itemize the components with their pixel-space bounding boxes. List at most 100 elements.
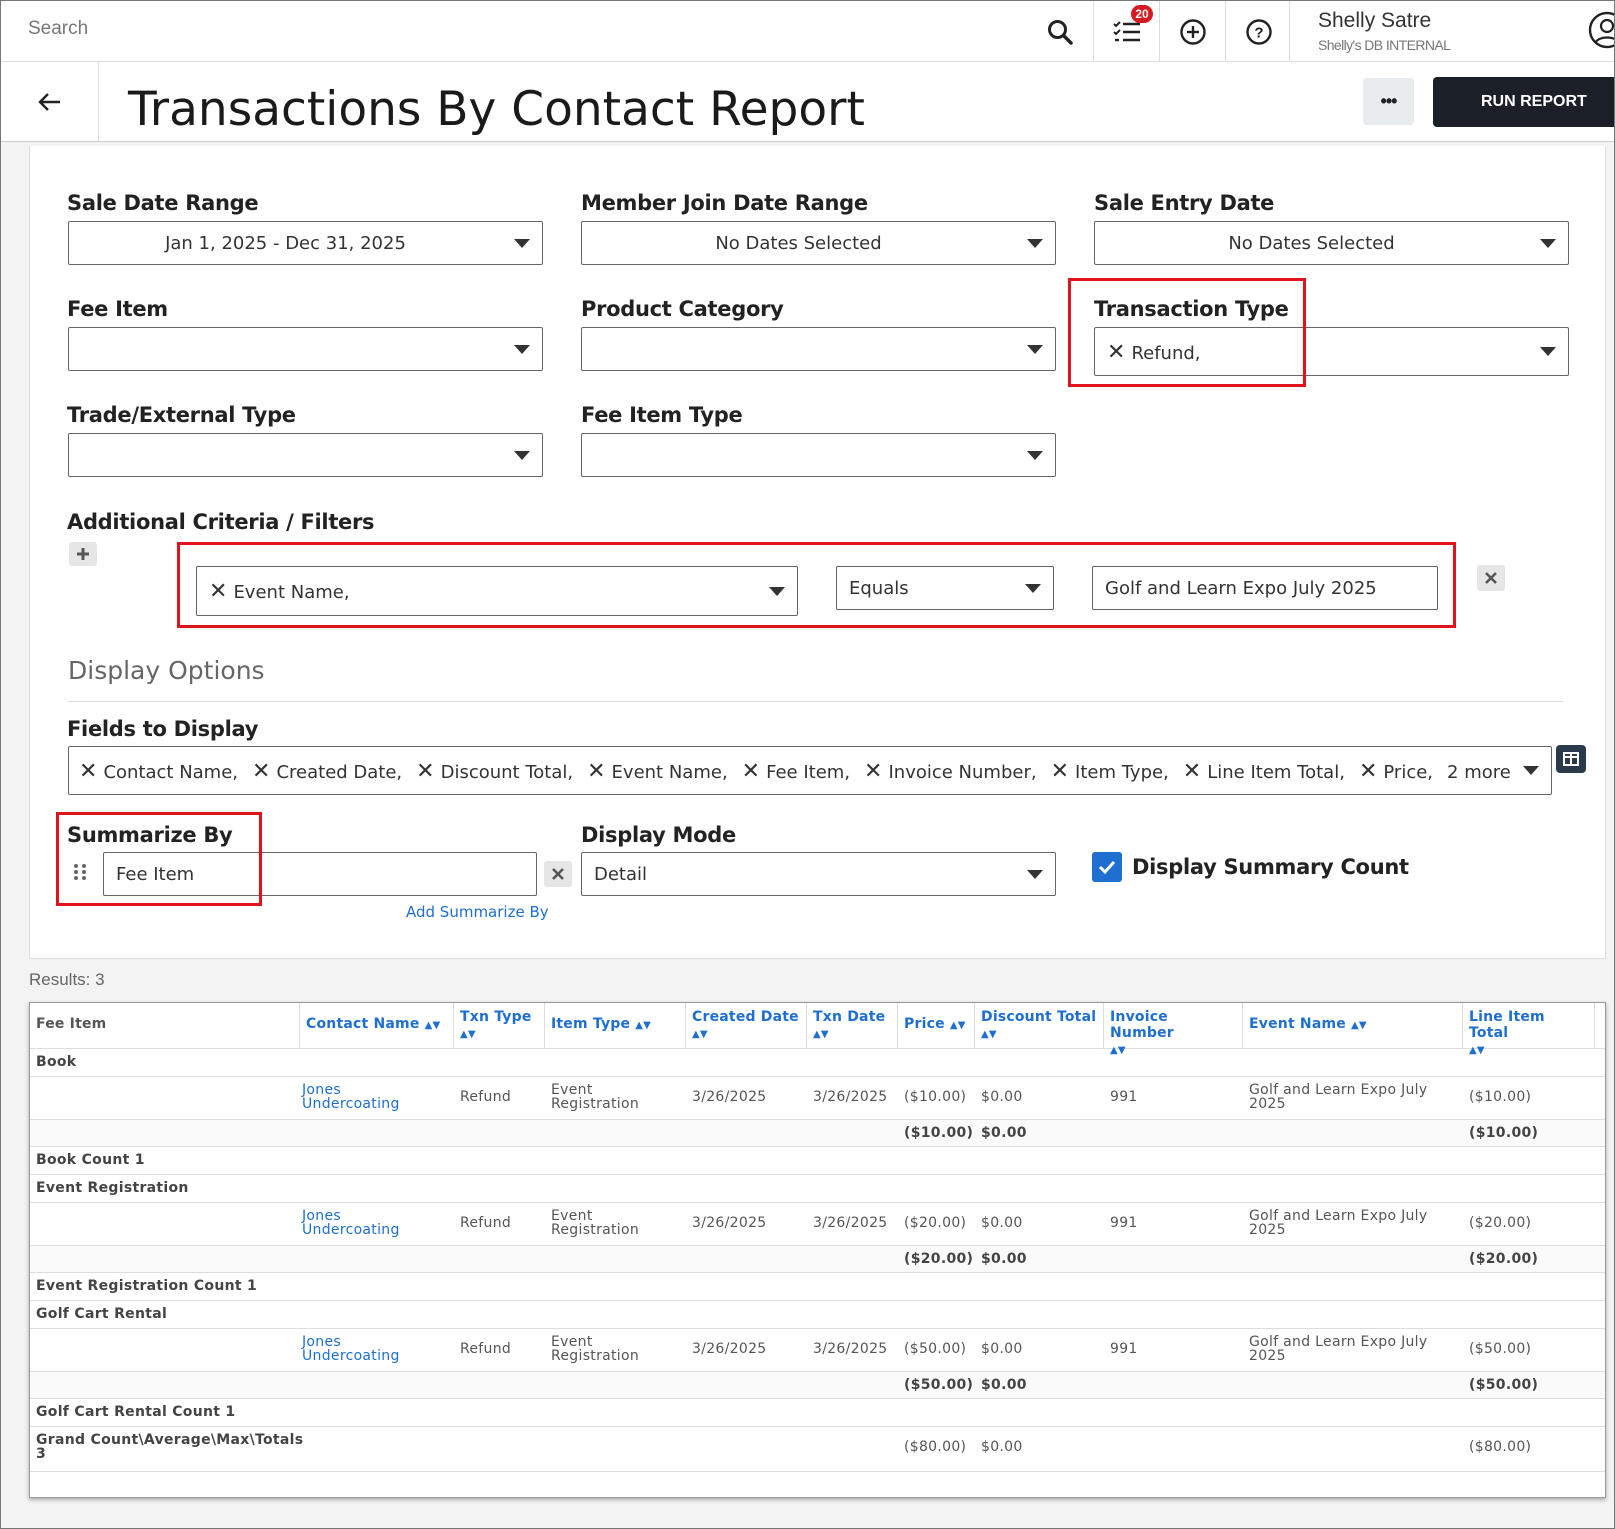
column-header-created-date[interactable]: Created Date ▲▼	[686, 1003, 807, 1049]
highlight-box	[56, 812, 262, 906]
column-header-invoice-number[interactable]: Invoice Number ▲▼	[1104, 1003, 1243, 1056]
column-header-contact-name[interactable]: Contact Name ▲▼	[300, 1003, 454, 1049]
sale-date-range-label: Sale Date Range	[67, 191, 259, 215]
sort-icon: ▲▼	[424, 1020, 441, 1031]
run-report-button[interactable]: RUN REPORT	[1433, 77, 1614, 127]
created-date-cell: 3/26/2025	[692, 1089, 767, 1105]
display-mode-select[interactable]: Detail	[581, 852, 1056, 896]
user-menu[interactable]: Shelly Satre Shelly's DB INTERNAL	[1289, 1, 1614, 62]
member-join-date-range-select[interactable]: No Dates Selected	[581, 221, 1056, 265]
sort-icon: ▲▼	[981, 1029, 997, 1040]
contact-name-link[interactable]: Undercoating	[302, 1349, 400, 1364]
fee-item-select[interactable]	[68, 327, 543, 371]
product-category-label: Product Category	[581, 297, 784, 321]
remove-tag-icon[interactable]: ✕	[1051, 759, 1069, 784]
grand-total-row: Grand Count\Average\Max\Totals 3 ($80.00) $…	[30, 1427, 1605, 1472]
trade-external-type-select[interactable]	[68, 433, 543, 477]
sort-icon: ▲▼	[692, 1029, 708, 1040]
invoice-cell: 991	[1110, 1215, 1138, 1231]
columns-toggle-button[interactable]	[1556, 745, 1586, 773]
remove-tag-icon[interactable]: ✕	[1183, 759, 1201, 784]
trade-external-type-label: Trade/External Type	[67, 403, 296, 427]
more-options-button[interactable]: •••	[1363, 78, 1414, 125]
close-icon	[552, 868, 564, 880]
search-input[interactable]: Search	[28, 18, 88, 40]
product-category-select[interactable]	[581, 327, 1056, 371]
field-chip: ✕ Line Item Total,	[1182, 759, 1345, 784]
add-icon[interactable]	[1159, 1, 1225, 62]
remove-criteria-button[interactable]	[1477, 565, 1505, 591]
txn-type-cell: Refund	[460, 1215, 512, 1231]
item-type-cell: Registration	[551, 1348, 640, 1364]
discount-cell: $0.00	[981, 1341, 1023, 1357]
subtotal-discount: $0.00	[981, 1377, 1027, 1393]
txn-date-cell: 3/26/2025	[813, 1089, 888, 1105]
line-total-cell: ($10.00)	[1469, 1089, 1532, 1105]
item-type-cell: Registration	[551, 1096, 640, 1112]
chevron-down-icon	[514, 345, 530, 354]
fields-to-display-select[interactable]: ✕ Contact Name, ✕ Created Date, ✕ Discount To…	[68, 746, 1552, 795]
discount-cell: $0.00	[981, 1089, 1023, 1105]
columns-icon	[1563, 752, 1579, 766]
search-icon[interactable]	[1027, 1, 1093, 62]
avatar-icon[interactable]	[1588, 11, 1614, 56]
member-join-date-range-value: No Dates Selected	[715, 233, 882, 254]
divider	[68, 701, 1563, 702]
table-header: Fee Item Contact Name ▲▼ Txn Type ▲▼ Item…	[30, 1003, 1605, 1056]
chevron-down-icon	[514, 239, 530, 248]
back-button[interactable]	[1, 62, 99, 141]
group-header-row: Event Registration	[30, 1175, 1605, 1203]
add-criteria-button[interactable]	[69, 542, 97, 566]
display-summary-count-checkbox[interactable]	[1092, 852, 1122, 882]
field-chip: ✕ Contact Name,	[79, 759, 239, 784]
member-join-date-range-label: Member Join Date Range	[581, 191, 868, 215]
created-date-cell: 3/26/2025	[692, 1215, 767, 1231]
remove-tag-icon[interactable]: ✕	[742, 759, 760, 784]
remove-tag-icon[interactable]: ✕	[416, 759, 434, 784]
display-options-heading: Display Options	[68, 656, 265, 685]
column-header-txn-type[interactable]: Txn Type ▲▼	[454, 1003, 545, 1049]
remove-tag-icon[interactable]: ✕	[79, 759, 97, 784]
contact-name-link[interactable]: Undercoating	[302, 1097, 400, 1112]
invoice-cell: 991	[1110, 1341, 1138, 1357]
group-name: Book	[36, 1054, 77, 1070]
remove-tag-icon[interactable]: ✕	[587, 759, 605, 784]
remove-tag-icon[interactable]: ✕	[864, 759, 882, 784]
more-fields-text[interactable]: 2 more	[1447, 762, 1511, 783]
user-name: Shelly Satre	[1318, 9, 1432, 32]
contact-name-link[interactable]: Undercoating	[302, 1223, 400, 1238]
fee-item-type-select[interactable]	[581, 433, 1056, 477]
remove-summarize-button[interactable]	[544, 861, 572, 887]
subtotal-row: ($10.00) $0.00 ($10.00)	[30, 1120, 1605, 1147]
field-chip: ✕ Created Date,	[252, 759, 403, 784]
subtotal-row: ($20.00) $0.00 ($20.00)	[30, 1246, 1605, 1273]
event-name-cell: 2025	[1249, 1348, 1286, 1364]
svg-text:?: ?	[1254, 24, 1263, 41]
chevron-down-icon	[1027, 451, 1043, 460]
help-icon[interactable]: ?	[1225, 1, 1291, 62]
sale-date-range-value: Jan 1, 2025 - Dec 31, 2025	[165, 233, 406, 254]
fee-item-label: Fee Item	[67, 297, 168, 321]
chevron-down-icon	[514, 451, 530, 460]
sale-entry-date-select[interactable]: No Dates Selected	[1094, 221, 1569, 265]
table-row: Jones Undercoating Refund Event Registration…	[30, 1077, 1605, 1120]
column-header-line-item-total[interactable]: Line Item Total ▲▼	[1463, 1003, 1595, 1056]
remove-tag-icon[interactable]: ✕	[1359, 759, 1377, 784]
user-org: Shelly's DB INTERNAL	[1318, 37, 1451, 53]
column-header-discount-total[interactable]: Discount Total ▲▼	[975, 1003, 1104, 1049]
group-header-row: Golf Cart Rental	[30, 1301, 1605, 1329]
column-header-item-type[interactable]: Item Type ▲▼	[545, 1003, 686, 1049]
column-header-price[interactable]: Price ▲▼	[898, 1003, 975, 1049]
sale-date-range-select[interactable]: Jan 1, 2025 - Dec 31, 2025	[68, 221, 543, 265]
field-chip: ✕ Discount Total,	[416, 759, 574, 784]
event-name-cell: 2025	[1249, 1222, 1286, 1238]
additional-criteria-label: Additional Criteria / Filters	[67, 510, 375, 534]
chevron-down-icon	[1523, 766, 1539, 775]
group-count-row: Book Count 1	[30, 1147, 1605, 1175]
field-chip: ✕ Event Name,	[587, 759, 728, 784]
sale-entry-date-label: Sale Entry Date	[1094, 191, 1275, 215]
column-header-txn-date[interactable]: Txn Date ▲▼	[807, 1003, 898, 1049]
column-header-event-name[interactable]: Event Name ▲▼	[1243, 1003, 1463, 1049]
add-summarize-by-link[interactable]: Add Summarize By	[406, 903, 549, 921]
remove-tag-icon[interactable]: ✕	[252, 759, 270, 784]
